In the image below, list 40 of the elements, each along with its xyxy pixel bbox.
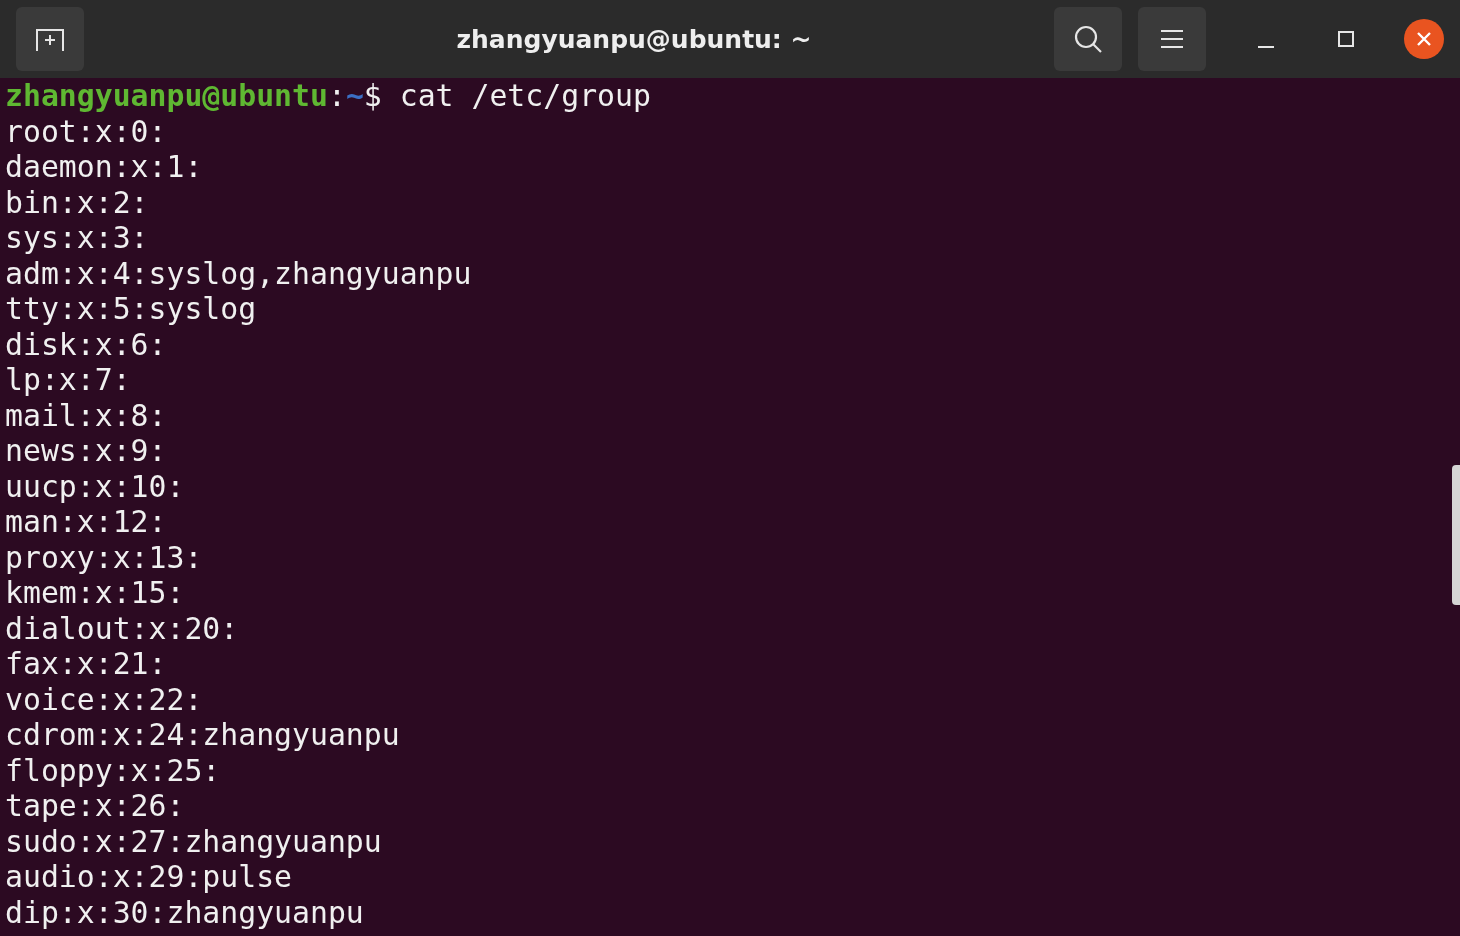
output-line: lp:x:7: <box>5 362 132 398</box>
output-line: voice:x:22: <box>5 681 204 717</box>
output-line: bin:x:2: <box>5 184 150 220</box>
output-line: man:x:12: <box>5 504 168 540</box>
output-line: fax:x:21: <box>5 646 168 682</box>
search-icon <box>1073 24 1103 54</box>
output-line: dialout:x:20: <box>5 610 240 646</box>
output-line: tty:x:5:syslog <box>5 291 258 327</box>
output-line: sudo:x:27:zhangyuanpu <box>5 823 383 859</box>
output-line: floppy:x:25: <box>5 752 222 788</box>
output-line: audio:x:29:pulse <box>5 859 294 895</box>
menu-icon <box>1161 30 1183 48</box>
output-line: news:x:9: <box>5 433 168 469</box>
output-line: daemon:x:1: <box>5 149 204 185</box>
new-tab-icon <box>35 26 65 52</box>
output-line: tape:x:26: <box>5 788 186 824</box>
close-button[interactable] <box>1404 19 1444 59</box>
output-line: cdrom:x:24:zhangyuanpu <box>5 717 401 753</box>
output-line: sys:x:3: <box>5 220 150 256</box>
output-line: adm:x:4:syslog,zhangyuanpu <box>5 255 473 291</box>
maximize-icon <box>1337 30 1355 48</box>
window-title: zhangyuanpu@ubuntu: ~ <box>455 24 813 54</box>
output-line: proxy:x:13: <box>5 539 204 575</box>
new-tab-button[interactable] <box>16 7 84 71</box>
close-icon <box>1416 31 1432 47</box>
output-line: kmem:x:15: <box>5 575 186 611</box>
command-text: cat /etc/group <box>399 78 651 113</box>
output-line: disk:x:6: <box>5 326 168 362</box>
prompt-path: ~ <box>345 78 364 113</box>
scrollbar-thumb[interactable] <box>1452 465 1460 605</box>
prompt-separator: : <box>327 78 346 113</box>
output-line: mail:x:8: <box>5 397 168 433</box>
prompt-user-host: zhangyuanpu@ubuntu <box>5 78 328 113</box>
output-line: dip:x:30:zhangyuanpu <box>5 894 365 930</box>
minimize-icon <box>1258 46 1274 48</box>
search-button[interactable] <box>1054 7 1122 71</box>
output-line: root:x:0: <box>5 113 168 149</box>
menu-button[interactable] <box>1138 7 1206 71</box>
prompt-symbol: $ <box>363 78 382 113</box>
output-line: uucp:x:10: <box>5 468 186 504</box>
